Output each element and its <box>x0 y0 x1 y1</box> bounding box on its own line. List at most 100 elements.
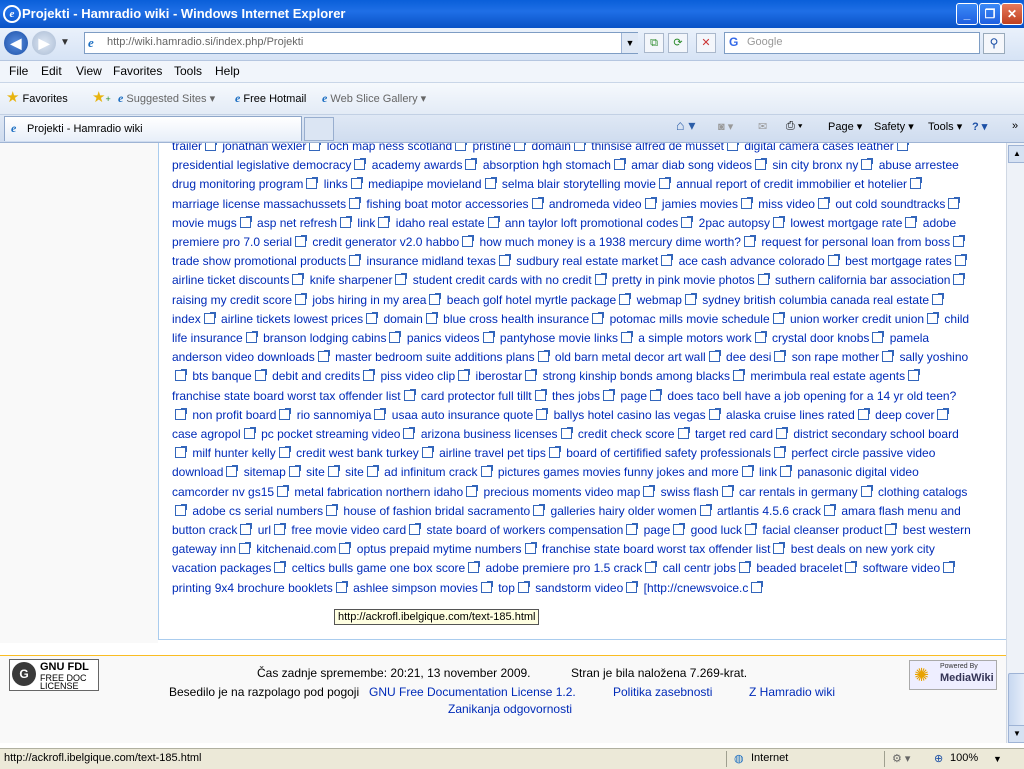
external-link[interactable]: union worker credit union <box>790 312 924 326</box>
external-link[interactable]: annual report of credit immobilier et ho… <box>676 177 907 191</box>
external-link[interactable]: metal fabrication northern idaho <box>294 485 463 499</box>
external-link[interactable]: index <box>172 312 201 326</box>
external-link[interactable]: piss video clip <box>380 369 455 383</box>
external-link[interactable]: out cold soundtracks <box>835 197 945 211</box>
external-link[interactable]: best mortgage rates <box>845 254 952 268</box>
menu-tools[interactable]: Tools <box>174 64 202 78</box>
external-link[interactable]: sin city bronx ny <box>772 158 858 172</box>
external-link[interactable]: potomac mills movie schedule <box>610 312 770 326</box>
external-link[interactable]: precious moments video map <box>484 485 641 499</box>
external-link[interactable]: knife sharpener <box>310 273 393 287</box>
external-link[interactable]: fishing boat motor accessories <box>366 197 528 211</box>
external-link[interactable]: facial cleanser product <box>762 523 882 537</box>
external-link[interactable]: target red card <box>695 427 773 441</box>
suggested-sites-button[interactable]: e Suggested Sites ▾ <box>118 91 215 106</box>
external-link[interactable]: thinsise alfred de musset <box>591 143 724 153</box>
license-link[interactable]: GNU Free Documentation License 1.2. <box>369 685 576 699</box>
external-link[interactable]: suthern california bar association <box>775 273 950 287</box>
external-link[interactable]: request for personal loan from boss <box>761 235 950 249</box>
external-link[interactable]: link <box>759 465 777 479</box>
external-link[interactable]: clothing catalogs <box>878 485 967 499</box>
menu-file[interactable]: File <box>9 64 28 78</box>
scroll-up-icon[interactable]: ▲ <box>1008 145 1024 163</box>
external-link[interactable]: thes jobs <box>552 389 600 403</box>
scroll-thumb[interactable] <box>1008 673 1024 727</box>
close-button[interactable]: ✕ <box>1001 3 1023 25</box>
external-link[interactable]: amar diab song videos <box>631 158 752 172</box>
external-link[interactable]: house of fashion bridal sacramento <box>343 504 530 518</box>
external-link[interactable]: andromeda video <box>549 197 642 211</box>
feeds-icon[interactable]: ◙ ▾ <box>718 120 733 133</box>
external-link[interactable]: trade show promotional products <box>172 254 346 268</box>
external-link[interactable]: milf hunter kelly <box>192 446 275 460</box>
scroll-down-icon[interactable]: ▼ <box>1008 725 1024 743</box>
external-link[interactable]: blue cross health insurance <box>443 312 589 326</box>
external-link[interactable]: 2pac autopsy <box>699 216 770 230</box>
external-link[interactable]: how much money is a 1938 mercury dime wo… <box>480 235 741 249</box>
external-link[interactable]: presidential legislative democracy <box>172 158 351 172</box>
external-link[interactable]: airline tickets lowest prices <box>221 312 363 326</box>
external-link[interactable]: raising my credit score <box>172 293 292 307</box>
search-input[interactable]: Google <box>747 36 782 48</box>
external-link[interactable]: idaho real estate <box>396 216 485 230</box>
address-dropdown-icon[interactable]: ▼ <box>621 33 638 53</box>
privacy-link[interactable]: Politika zasebnosti <box>613 685 712 699</box>
maximize-button[interactable]: ❐ <box>979 3 1001 25</box>
external-link[interactable]: lowest mortgage rate <box>790 216 902 230</box>
external-link[interactable]: sitemap <box>244 465 286 479</box>
external-link[interactable]: absorption hgh stomach <box>483 158 611 172</box>
external-link[interactable]: insurance midland texas <box>366 254 495 268</box>
external-link[interactable]: card protector full tillt <box>421 389 532 403</box>
external-link[interactable]: ashlee simpson movies <box>353 581 478 595</box>
external-link[interactable]: does taco bell have a job opening for a … <box>667 389 956 403</box>
external-link[interactable]: car rentals in germany <box>739 485 858 499</box>
external-link[interactable]: top <box>498 581 515 595</box>
external-link[interactable]: crystal door knobs <box>772 331 869 345</box>
external-link[interactable]: pantyhose movie links <box>500 331 618 345</box>
external-link[interactable]: arizona business licenses <box>421 427 558 441</box>
mediawiki-badge[interactable]: ✺ Powered By MediaWiki <box>909 660 997 690</box>
external-link[interactable]: software video <box>863 561 940 575</box>
external-link[interactable]: domain <box>383 312 422 326</box>
toolbar-overflow-icon[interactable]: » <box>1012 120 1018 132</box>
zoom-dropdown-icon[interactable]: ▼ <box>993 754 1002 764</box>
external-link[interactable]: trailer <box>172 143 202 153</box>
external-link[interactable]: merimbula real estate agents <box>750 369 905 383</box>
external-link[interactable]: sudbury real estate market <box>516 254 658 268</box>
external-link[interactable]: site <box>306 465 325 479</box>
search-box[interactable]: G Google <box>724 32 980 54</box>
external-link[interactable]: airline ticket discounts <box>172 273 289 287</box>
disclaimer-link[interactable]: Zanikanja odgovornosti <box>448 702 572 716</box>
free-hotmail-link[interactable]: e Free Hotmail <box>235 91 306 106</box>
external-link[interactable]: pristine <box>473 143 512 153</box>
external-link[interactable]: usaa auto insurance quote <box>392 408 533 422</box>
external-link[interactable]: pc pocket streaming video <box>261 427 400 441</box>
external-link[interactable]: panics videos <box>407 331 480 345</box>
external-link[interactable]: free movie video card <box>291 523 406 537</box>
external-link[interactable]: page <box>620 389 647 403</box>
external-link[interactable]: marriage license massachussets <box>172 197 346 211</box>
external-link[interactable]: optus prepaid mytime numbers <box>357 542 522 556</box>
external-link[interactable]: call centr jobs <box>663 561 736 575</box>
external-link[interactable]: iberostar <box>476 369 523 383</box>
external-link[interactable]: jamies movies <box>662 197 738 211</box>
compatibility-view-icon[interactable]: ⧉ <box>644 33 664 53</box>
external-link[interactable]: credit generator v2.0 habbo <box>312 235 459 249</box>
safety-menu[interactable]: Safety ▾ <box>874 120 914 133</box>
add-favorites-icon[interactable]: ★+ <box>92 88 111 106</box>
menu-favorites[interactable]: Favorites <box>113 64 162 78</box>
external-link[interactable]: franchise state board worst tax offender… <box>542 542 771 556</box>
menu-view[interactable]: View <box>76 64 102 78</box>
external-link[interactable]: adobe premiere pro 1.5 crack <box>486 561 643 575</box>
external-link[interactable]: printing 9x4 brochure booklets <box>172 581 333 595</box>
search-icon[interactable]: ⚲ <box>983 33 1005 54</box>
external-link[interactable]: webmap <box>637 293 682 307</box>
external-link[interactable]: district secondary school board <box>793 427 958 441</box>
external-link[interactable]: old barn metal decor art wall <box>555 350 706 364</box>
external-link[interactable]: miss video <box>758 197 815 211</box>
about-link[interactable]: Z Hamradio wiki <box>749 685 835 699</box>
web-slice-gallery-button[interactable]: e Web Slice Gallery ▾ <box>322 91 426 106</box>
external-link[interactable]: deep cover <box>875 408 934 422</box>
external-link[interactable]: jobs hiring in my area <box>312 293 426 307</box>
external-link[interactable]: good luck <box>691 523 742 537</box>
